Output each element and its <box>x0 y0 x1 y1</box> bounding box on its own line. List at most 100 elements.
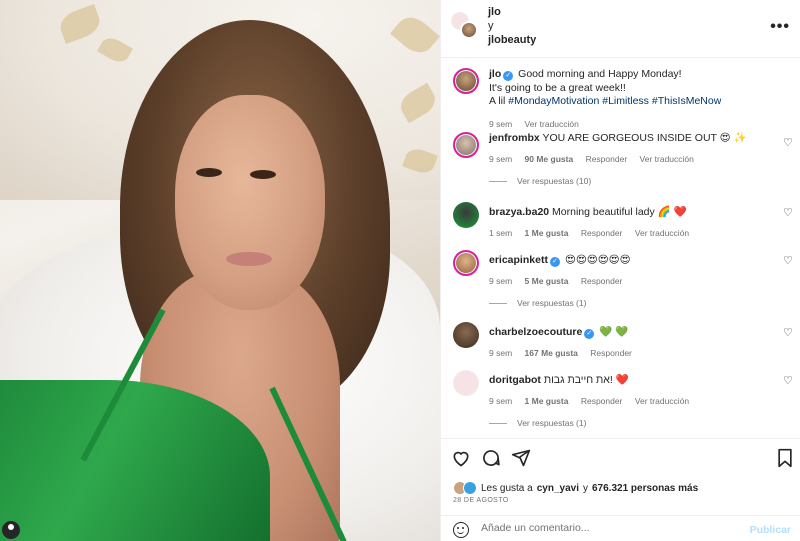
translate-link[interactable]: Ver traducción <box>525 119 579 129</box>
collab-names: jlo y jlobeauty <box>488 5 536 47</box>
add-comment-row: Publicar <box>441 515 800 541</box>
view-replies-label: Ver respuestas (1) <box>517 297 587 308</box>
replies-line <box>489 302 507 304</box>
timestamp[interactable]: 1 sem <box>489 228 512 238</box>
avatar <box>463 481 477 495</box>
reply-link[interactable]: Responder <box>581 396 623 406</box>
comment-item: doritgabot את חייבת גבות! ❤️ 9 sem 1 Me … <box>441 370 800 430</box>
post-actions: Les gusta a cyn_yavi y 676.321 personas … <box>441 438 800 541</box>
post-caption: jlo ✓ Good morning and Happy Monday! It's… <box>441 58 800 132</box>
reply-link[interactable]: Responder <box>581 276 623 286</box>
comment-username[interactable]: doritgabot <box>489 374 541 386</box>
liker-username[interactable]: cyn_yavi <box>537 483 579 494</box>
heart-icon[interactable] <box>451 448 471 468</box>
comment-input[interactable] <box>481 522 741 534</box>
verified-badge-icon: ✓ <box>584 329 595 339</box>
like-count[interactable]: 1 Me gusta <box>525 228 569 238</box>
action-bar <box>451 448 792 470</box>
view-replies[interactable]: Ver respuestas (1) <box>489 298 789 308</box>
timestamp[interactable]: 9 sem <box>489 154 512 164</box>
like-count[interactable]: 5 Me gusta <box>525 276 569 286</box>
view-replies[interactable]: Ver respuestas (1) <box>489 418 789 428</box>
caption-username[interactable]: jlo <box>489 68 501 80</box>
avatar[interactable] <box>453 202 479 228</box>
translate-link[interactable]: Ver traducción <box>635 396 689 406</box>
comment-text: 😍😍😍😍😍😍 <box>564 254 631 266</box>
caption-text: A lil <box>489 95 506 107</box>
comment-item: ericapinkett ✓ 😍😍😍😍😍😍 9 sem 5 Me gusta Re… <box>441 250 800 322</box>
comment-username[interactable]: brazya.ba20 <box>489 206 549 218</box>
view-replies-label: Ver respuestas (10) <box>517 175 592 186</box>
timestamp[interactable]: 9 sem <box>489 119 512 129</box>
avatar[interactable] <box>453 132 479 158</box>
caption-meta: 9 sem Ver traducción <box>489 119 789 129</box>
timestamp[interactable]: 9 sem <box>489 276 512 286</box>
hashtag[interactable]: #ThisIsMeNow <box>652 95 721 107</box>
collab-avatars[interactable] <box>451 12 479 40</box>
reply-link[interactable]: Responder <box>590 348 632 358</box>
heart-icon[interactable]: ♡ <box>783 328 793 339</box>
likes-summary: Les gusta a cyn_yavi y 676.321 personas … <box>453 481 698 495</box>
face <box>175 95 325 310</box>
avatar[interactable] <box>453 68 479 94</box>
verified-badge-icon: ✓ <box>549 257 560 267</box>
like-count[interactable]: 1 Me gusta <box>525 396 569 406</box>
avatar[interactable] <box>460 21 478 39</box>
tagged-user-icon[interactable] <box>2 521 20 539</box>
hashtag[interactable]: #MondayMotivation <box>508 95 599 107</box>
replies-line <box>489 422 507 424</box>
timestamp[interactable]: 9 sem <box>489 348 512 358</box>
hashtag[interactable]: #Limitless <box>602 95 649 107</box>
translate-link[interactable]: Ver traducción <box>640 154 694 164</box>
comment-icon[interactable] <box>481 448 501 468</box>
eye <box>250 170 276 179</box>
comment-item: charbelzoecouture ✓ 💚 💚 9 sem 167 Me gust… <box>441 322 800 370</box>
send-icon[interactable] <box>511 448 531 468</box>
emoji-icon[interactable] <box>453 522 469 538</box>
reply-link[interactable]: Responder <box>586 154 628 164</box>
more-horizontal-icon[interactable]: ••• <box>770 18 790 36</box>
likes-middle: y <box>582 482 588 494</box>
timestamp[interactable]: 9 sem <box>489 396 512 406</box>
author-username[interactable]: jlobeauty <box>488 33 536 47</box>
comment-username[interactable]: charbelzoecouture <box>489 326 582 338</box>
comment-item: jenfrombx YOU ARE GORGEOUS INSIDE OUT 😍 … <box>441 132 800 202</box>
avatar[interactable] <box>453 250 479 276</box>
comment-text: 💚 💚 <box>599 326 629 338</box>
lips <box>226 252 272 266</box>
comment-text: את חייבת גבות! ❤️ <box>543 374 629 386</box>
comment-text: Morning beautiful lady 🌈 ❤️ <box>552 206 687 218</box>
avatar[interactable] <box>453 322 479 348</box>
heart-icon[interactable]: ♡ <box>783 256 793 267</box>
view-replies[interactable]: Ver respuestas (10) <box>489 176 789 186</box>
comment-username[interactable]: jenfrombx <box>489 132 540 144</box>
verified-badge-icon: ✓ <box>503 71 514 81</box>
avatar[interactable] <box>453 370 479 396</box>
like-count[interactable]: 90 Me gusta <box>525 154 574 164</box>
caption-text: Good morning and Happy Monday! <box>518 68 682 80</box>
caption-text: It's going to be a great week!! <box>489 81 626 94</box>
eye <box>196 168 222 177</box>
publish-button[interactable]: Publicar <box>750 524 791 536</box>
likes-prefix: Les gusta a <box>481 482 533 494</box>
heart-icon[interactable]: ♡ <box>783 138 793 149</box>
translate-link[interactable]: Ver traducción <box>635 228 689 238</box>
replies-line <box>489 180 507 182</box>
comments-list[interactable]: jlo ✓ Good morning and Happy Monday! It's… <box>441 58 800 438</box>
post-photo[interactable] <box>0 0 440 541</box>
likes-count[interactable]: 676.321 personas más <box>592 483 698 494</box>
view-replies-label: Ver respuestas (1) <box>517 417 587 428</box>
post-side-panel: jlo y jlobeauty ••• jlo ✓ Good morning an… <box>440 0 800 541</box>
author-username[interactable]: jlo <box>488 5 536 19</box>
comment-text: YOU ARE GORGEOUS INSIDE OUT 😍 ✨ <box>542 132 747 144</box>
bookmark-icon[interactable] <box>775 448 795 468</box>
comment-username[interactable]: ericapinkett <box>489 254 548 266</box>
post-header: jlo y jlobeauty ••• <box>441 0 800 58</box>
conjunction: y <box>488 20 494 32</box>
like-count[interactable]: 167 Me gusta <box>525 348 578 358</box>
comment-item: brazya.ba20 Morning beautiful lady 🌈 ❤️ … <box>441 202 800 250</box>
post-date[interactable]: 28 DE AGOSTO <box>453 497 509 504</box>
heart-icon[interactable]: ♡ <box>783 376 793 387</box>
reply-link[interactable]: Responder <box>581 228 623 238</box>
heart-icon[interactable]: ♡ <box>783 208 793 219</box>
